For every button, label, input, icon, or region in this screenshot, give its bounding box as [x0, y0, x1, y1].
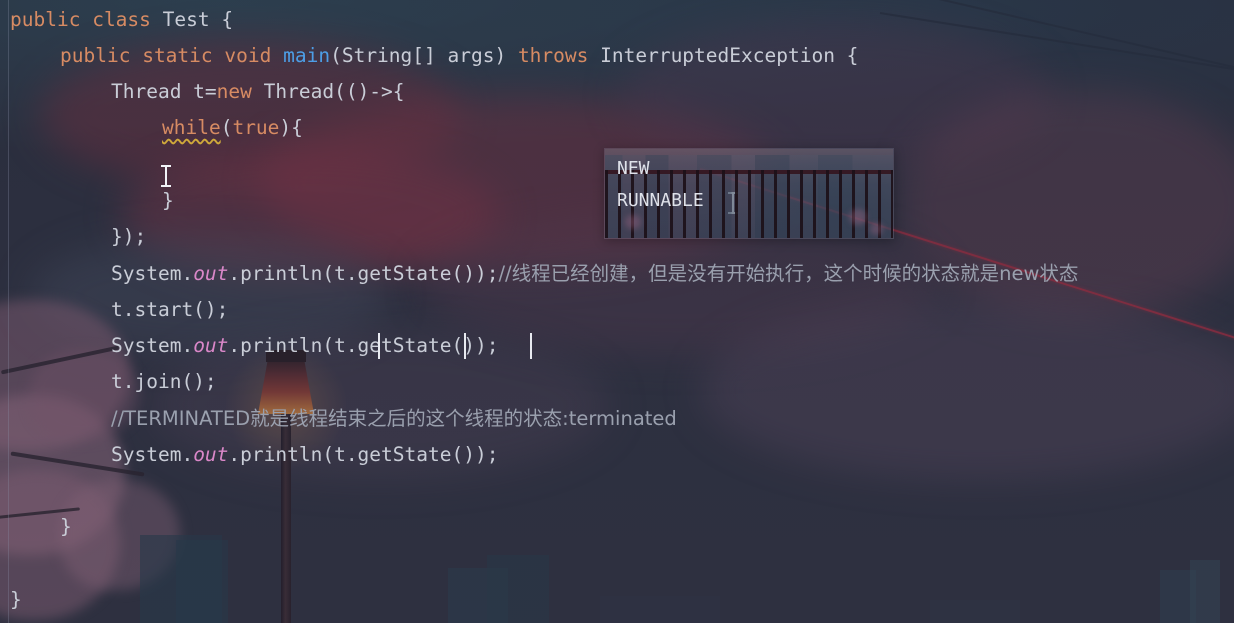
code-line-9[interactable]: t.start();	[10, 292, 228, 328]
code-token: public	[60, 44, 131, 67]
code-token: System.	[111, 443, 194, 466]
code-token: .println(t.getState());	[228, 334, 499, 357]
console-output-text: NEW RUNNABLE	[617, 153, 704, 217]
code-editor-area[interactable]: public class Test {public static void ma…	[0, 0, 1234, 623]
code-token: Thread t=	[111, 80, 217, 103]
caret-line-end	[530, 333, 532, 359]
code-line-14[interactable]	[10, 473, 123, 509]
code-line-17[interactable]: }	[10, 582, 22, 618]
code-token: new	[216, 80, 252, 103]
console-blossom-speck	[870, 223, 883, 235]
code-line-3[interactable]: Thread t=new Thread(()->{	[10, 74, 405, 110]
code-line-11[interactable]: t.join();	[10, 364, 217, 400]
code-token: InterruptedException {	[588, 44, 859, 67]
code-line-13[interactable]: System.out.println(t.getState());	[10, 437, 498, 473]
console-blossom-speck	[849, 209, 867, 225]
code-token: .println(t.getState());	[228, 262, 499, 285]
code-token: //线程已经创建，但是没有开始执行，这个时候的状态就是new状态	[498, 262, 1079, 285]
code-token: (String[] args)	[330, 44, 518, 67]
code-token: true	[232, 116, 280, 139]
caret-after-parens	[464, 333, 466, 359]
code-token: });	[111, 225, 147, 248]
code-line-10[interactable]: System.out.println(t.getState());	[10, 328, 498, 364]
code-line-2[interactable]: public static void main(String[] args) t…	[10, 38, 858, 74]
caret-after-getstate	[378, 333, 380, 359]
run-console-panel[interactable]: NEW RUNNABLE	[604, 148, 894, 239]
code-line-7[interactable]: });	[10, 219, 146, 255]
code-line-1[interactable]: public class Test {	[10, 2, 233, 38]
code-token: void	[224, 44, 272, 67]
code-line-5[interactable]	[10, 146, 174, 182]
code-token: out	[193, 443, 229, 466]
code-token: }	[60, 515, 72, 538]
code-token: out	[193, 262, 229, 285]
code-token: System.	[111, 262, 194, 285]
code-line-16[interactable]	[10, 546, 22, 582]
code-token: Test {	[150, 8, 234, 31]
code-token: static	[142, 44, 213, 67]
console-output-line: NEW	[617, 158, 650, 179]
console-blossom-speck	[625, 215, 641, 229]
ide-editor-window[interactable]: public class Test {public static void ma…	[0, 0, 1234, 623]
code-token: ){	[279, 116, 303, 139]
code-line-15[interactable]: }	[10, 509, 72, 545]
code-token: throws	[517, 44, 589, 67]
code-line-6[interactable]: }	[10, 183, 174, 219]
code-token: }	[10, 588, 22, 611]
code-token: main	[283, 44, 331, 67]
code-token: while	[162, 116, 221, 139]
code-token: (	[220, 116, 233, 139]
code-token: class	[92, 8, 151, 31]
code-token: .println(t.getState());	[228, 443, 499, 466]
code-line-8[interactable]: System.out.println(t.getState());//线程已经创…	[10, 256, 1078, 292]
code-token: t.join();	[111, 370, 217, 393]
console-output-line: RUNNABLE	[617, 190, 704, 211]
code-token: t.start();	[111, 298, 229, 321]
code-token: }	[162, 189, 174, 212]
code-line-12[interactable]: //TERMINATED就是线程结束之后的这个线程的状态:terminated	[10, 401, 677, 437]
code-token: Thread(()->{	[251, 80, 405, 103]
code-token: out	[193, 334, 229, 357]
code-line-4[interactable]: while(true){	[10, 110, 303, 146]
code-token: System.	[111, 334, 194, 357]
code-token: public	[10, 8, 81, 31]
code-token: //TERMINATED就是线程结束之后的这个线程的状态:terminated	[111, 407, 677, 430]
